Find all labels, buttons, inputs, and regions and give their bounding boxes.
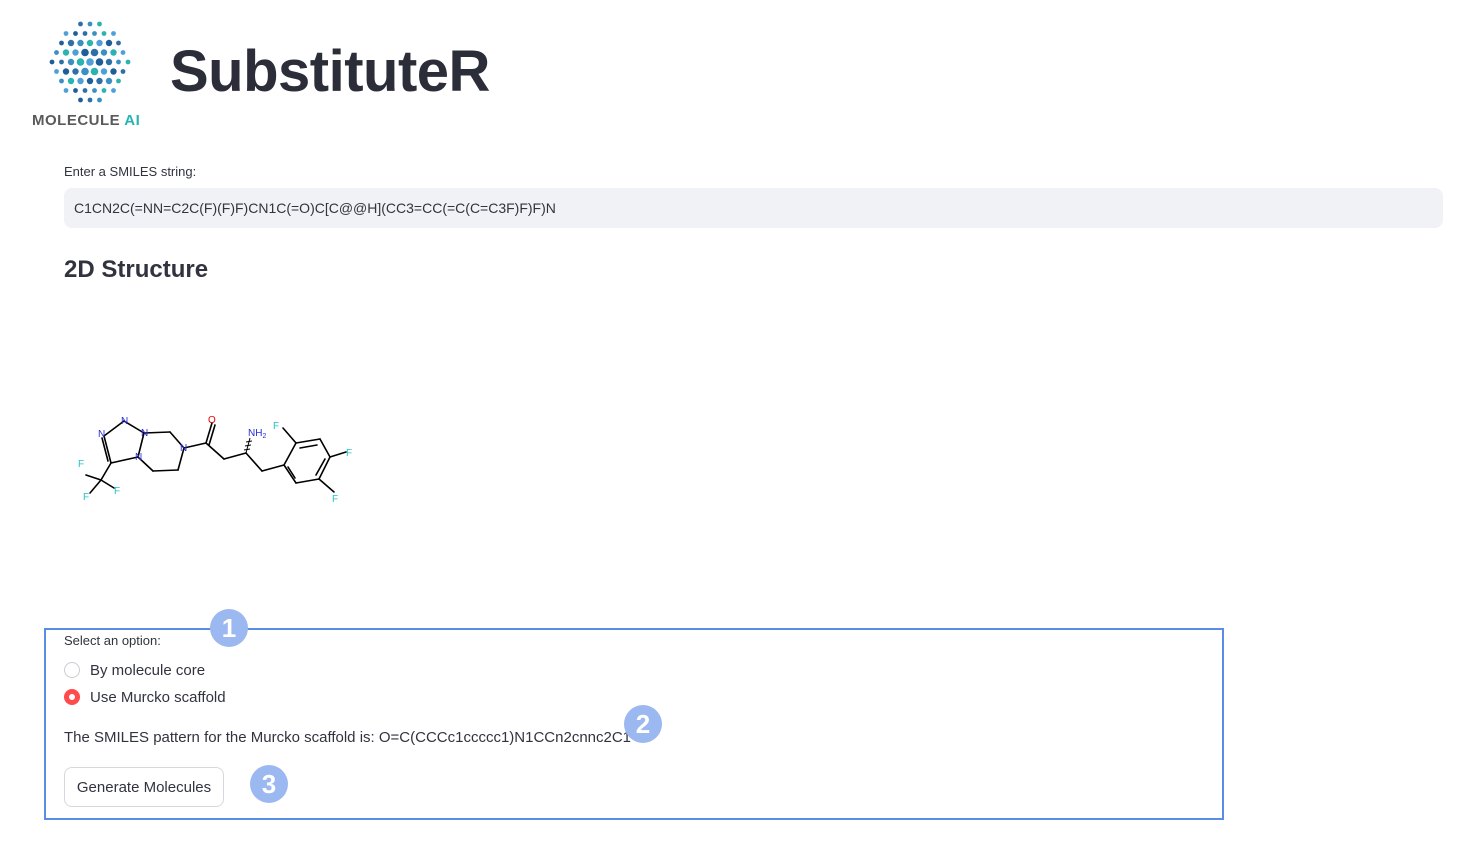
oxygen-atom-label: O <box>208 415 216 426</box>
amine-atom-label: NH2 <box>248 428 266 440</box>
logo-dot <box>110 49 117 56</box>
logo-dot <box>111 88 116 93</box>
radio-checked-icon[interactable] <box>64 689 80 705</box>
logo-dot <box>86 58 94 66</box>
logo-dot <box>59 59 64 65</box>
logo-dot <box>97 21 102 27</box>
logo-text-main: MOLECULE <box>32 112 121 129</box>
logo-dot <box>87 97 93 103</box>
logo-dot <box>59 78 64 84</box>
logo-dot <box>72 68 79 75</box>
logo-dot <box>90 67 99 76</box>
logo-dot <box>105 39 113 47</box>
logo-dot <box>62 49 70 56</box>
logo-dot <box>82 88 88 93</box>
logo-dot <box>77 77 84 85</box>
nitrogen-atom-label: N <box>98 429 105 440</box>
logo-dot <box>78 97 83 103</box>
nitrogen-atom-label: N <box>180 443 187 454</box>
logo-dot <box>62 68 70 75</box>
smiles-input[interactable] <box>64 188 1443 228</box>
radio-label: Use Murcko scaffold <box>90 688 226 706</box>
logo-dot <box>97 97 102 103</box>
logo-dot <box>54 50 59 55</box>
radio-label: By molecule core <box>90 661 206 679</box>
molecule-dots-icon <box>49 21 131 103</box>
logo-dot <box>101 88 107 93</box>
murcko-scaffold-text: The SMILES pattern for the Murcko scaffo… <box>64 729 632 746</box>
step-badge-1: 1 <box>210 609 248 647</box>
step-badge-3: 3 <box>250 765 288 803</box>
logo-dot <box>72 49 79 56</box>
generate-molecules-button[interactable]: Generate Molecules <box>64 767 224 807</box>
logo-dot <box>116 78 121 84</box>
logo-dot <box>77 39 84 47</box>
logo-dot <box>82 31 88 36</box>
molecule-2d-structure: O NH2 N N N N N F F F F F F <box>78 415 352 505</box>
nitrogen-atom-label: N <box>121 416 128 427</box>
radio-use-murcko-scaffold[interactable]: Use Murcko scaffold <box>64 686 226 708</box>
logo-dot <box>120 50 126 55</box>
fluorine-atom-label: F <box>332 494 338 505</box>
logo-dot <box>81 67 89 76</box>
logo-dot <box>76 58 85 66</box>
fluorine-atom-label: F <box>273 421 279 432</box>
logo-dot <box>110 68 117 75</box>
fluorine-atom-label: F <box>114 486 120 497</box>
logo-dot <box>87 21 93 27</box>
radio-unchecked-icon[interactable] <box>64 662 80 678</box>
logo-dot <box>67 77 75 85</box>
logo-dot <box>86 77 94 85</box>
logo-dot <box>67 39 75 47</box>
logo-dot <box>120 69 126 74</box>
logo-dot <box>105 58 113 66</box>
logo-dot <box>92 31 97 36</box>
logo-dot <box>81 48 89 57</box>
logo-dot <box>54 69 59 74</box>
app-title: SubstituteR <box>170 39 490 104</box>
smiles-input-label: Enter a SMILES string: <box>64 164 197 179</box>
logo-dot <box>95 58 104 66</box>
logo-dot <box>67 58 75 66</box>
logo-dot <box>59 40 64 46</box>
structure-title: 2D Structure <box>64 256 209 283</box>
logo-dot <box>63 88 69 93</box>
step-badge-2: 2 <box>624 705 662 743</box>
logo-dot <box>101 31 107 36</box>
option-group-label: Select an option: <box>64 633 161 648</box>
logo-dot <box>78 21 83 27</box>
logo-dot <box>105 77 113 85</box>
fluorine-atom-label: F <box>83 492 89 503</box>
logo-dot <box>73 31 78 36</box>
molecule-ai-logo: MOLECULE AI <box>26 18 156 134</box>
logo-dot <box>73 88 78 93</box>
logo-dot <box>90 48 99 57</box>
logo-dot <box>92 88 97 93</box>
logo-dot <box>49 59 55 65</box>
logo-text-accent: AI <box>124 112 141 129</box>
logo-dot <box>111 31 116 36</box>
nitrogen-atom-label: N <box>141 428 148 439</box>
logo-dot <box>116 59 121 65</box>
nitrogen-atom-label: N <box>135 452 142 463</box>
logo-dot <box>63 31 69 36</box>
logo-dot <box>116 40 121 46</box>
logo-dot <box>96 77 103 85</box>
fluorine-atom-label: F <box>346 448 352 459</box>
fluorine-atom-label: F <box>78 459 84 470</box>
logo-dot <box>100 68 108 75</box>
logo-dot <box>86 39 94 47</box>
radio-by-molecule-core[interactable]: By molecule core <box>64 659 205 681</box>
logo-dot <box>100 49 108 56</box>
logo-dot <box>96 39 103 47</box>
logo-dot <box>125 59 131 65</box>
